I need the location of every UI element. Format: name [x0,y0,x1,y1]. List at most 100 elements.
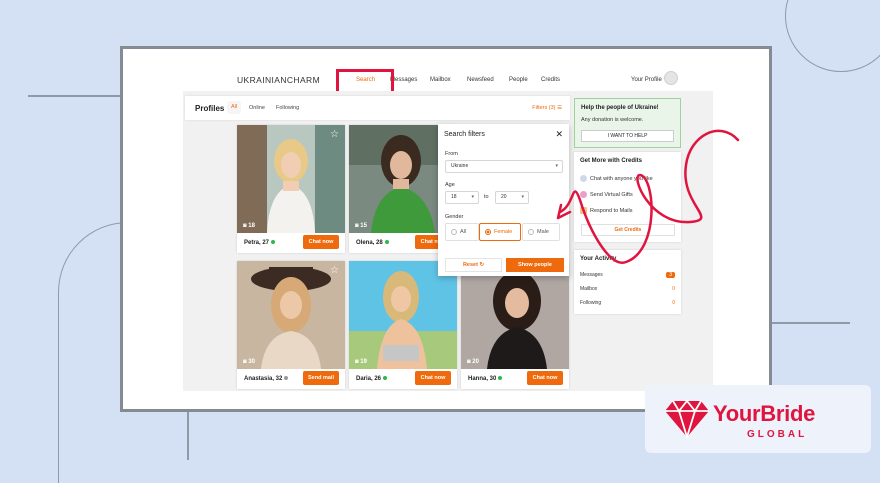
radio-icon [451,228,457,235]
photo-count-value: 30 [248,359,255,365]
sliders-icon: ☰ [557,105,562,111]
credits-card: Get More with Credits Chat with anyone y… [574,152,681,242]
ukraine-title: Help the people of Ukraine! [581,105,659,111]
screenshot-frame: UKRAINIANCHARM Search Messages Mailbox N… [120,46,772,412]
site-logo[interactable]: UKRAINIANCHARM [237,75,320,85]
profile-card[interactable]: ◙ 20 Hanna, 30 Chat now [461,261,569,389]
profile-name-text: Anastasia, 32 [244,376,283,382]
photo-count: ◙ 19 [355,359,367,365]
online-indicator [383,376,388,381]
close-icon[interactable]: ✕ [555,129,563,140]
gender-option-label: All [460,229,467,235]
filters-link[interactable]: Filters (3) ☰ [532,105,562,111]
profile-card[interactable]: ◙ 19 Daria, 26 Chat now [349,261,457,389]
brand-sub: GLOBAL [747,429,808,440]
ukraine-text: Any donation is welcome. [581,117,644,123]
gender-option-female[interactable]: Female [479,223,521,241]
bg-line-left [28,95,122,97]
profile-photo[interactable]: ☆ ◙ 30 [237,261,345,369]
activity-title: Your Activity [580,256,617,262]
tab-online[interactable]: Online [249,105,265,111]
reset-label: Reset [462,262,478,268]
tab-following[interactable]: Following [276,105,299,111]
bg-line-right [772,322,850,324]
search-filters-title: Search filters [444,131,485,138]
send-mail-button[interactable]: Send mail [303,371,339,385]
camera-icon: ◙ [243,359,247,365]
gender-option-label: Male [537,229,549,235]
profile-name: Petra, 27 [244,240,276,246]
photo-count-value: 20 [472,359,479,365]
show-people-button[interactable]: Show people [506,258,564,272]
search-filters-panel: Search filters ✕ From Ukraine ▾ Age 18 ▾ t… [438,124,569,276]
profile-card[interactable]: ☆ ◙ 30 Anastasia, 32 Send mail [237,261,345,389]
activity-card: Your Activity Messages 3 Mailbox 0 Followi… [574,250,681,314]
online-indicator [384,240,389,245]
ukraine-help-card: Help the people of Ukraine! Any donation… [574,98,681,148]
brand-name: YourBride [713,401,816,426]
gender-label: Gender [445,214,464,220]
activity-value: 3 [666,272,675,278]
age-to-select[interactable]: 20 ▾ [495,191,529,204]
activity-row-following[interactable]: Following 0 [580,300,675,306]
online-indicator [271,240,276,245]
gender-option-male[interactable]: Male [522,223,560,241]
brand-badge: YourBride GLOBAL [645,385,871,453]
profile-name-text: Daria, 26 [356,376,382,382]
chat-now-button[interactable]: Chat now [415,371,451,385]
profile-name: Daria, 26 [356,376,388,382]
age-from-value: 18 [451,194,457,200]
credit-item-label: Send Virtual Gifts [590,191,633,198]
nav-newsfeed[interactable]: Newsfeed [467,77,494,83]
star-icon[interactable]: ☆ [330,129,339,140]
nav-credits[interactable]: Credits [541,77,560,83]
diamond-icon [665,399,709,439]
age-to-value: 20 [501,194,507,200]
from-value: Ukraine [451,163,469,169]
profiles-bar: Profiles All Online Following Filters (3… [185,96,570,120]
activity-label: Following [580,300,602,306]
star-icon[interactable]: ☆ [330,265,339,276]
online-indicator [498,376,503,381]
credits-title: Get More with Credits [580,158,643,164]
photo-count-value: 15 [360,223,367,229]
profile-name-text: Olena, 28 [356,240,383,246]
profile-photo[interactable]: ◙ 20 [461,261,569,369]
activity-row-mailbox[interactable]: Mailbox 0 [580,286,675,292]
photo-count-value: 19 [360,359,367,365]
credit-item-chat: Chat with anyone you like [580,175,653,182]
filters-label: Filters (3) [532,105,556,111]
profile-photo[interactable]: ◙ 19 [349,261,457,369]
reset-button[interactable]: Reset ↻ [445,258,502,272]
profile-photo[interactable]: ☆ ◙ 18 [237,125,345,233]
gender-option-all[interactable]: All [445,223,479,241]
nav-mailbox[interactable]: Mailbox [430,77,451,83]
from-select[interactable]: Ukraine ▾ [445,160,563,173]
photo-count: ◙ 18 [243,223,255,229]
profile-card[interactable]: ☆ ◙ 18 Petra, 27 Chat now [237,125,345,253]
activity-value: 0 [672,286,675,292]
profile-name: Hanna, 30 [468,376,503,382]
chat-now-button[interactable]: Chat now [527,371,563,385]
your-profile-link[interactable]: Your Profile [631,77,662,83]
photo-count: ◙ 30 [243,359,255,365]
camera-icon: ◙ [355,223,359,229]
nav-messages[interactable]: Messages [390,77,417,83]
photo-count-value: 18 [248,223,255,229]
get-credits-button[interactable]: Get Credits [581,224,675,236]
chevron-down-icon: ▾ [471,194,474,200]
photo-count: ◙ 15 [355,223,367,229]
tab-all[interactable]: All [227,101,241,114]
camera-icon: ◙ [467,359,471,365]
avatar[interactable] [664,71,678,85]
credit-item-label: Respond to Mails [590,207,633,214]
mail-icon [580,207,587,214]
activity-row-messages[interactable]: Messages 3 [580,272,675,278]
i-want-to-help-button[interactable]: I WANT TO HELP [581,130,674,142]
age-from-select[interactable]: 18 ▾ [445,191,479,204]
nav-people[interactable]: People [509,77,528,83]
profile-name: Anastasia, 32 [244,376,289,382]
chat-now-button[interactable]: Chat now [303,235,339,249]
gender-option-label: Female [494,229,513,235]
age-label: Age [445,182,455,188]
